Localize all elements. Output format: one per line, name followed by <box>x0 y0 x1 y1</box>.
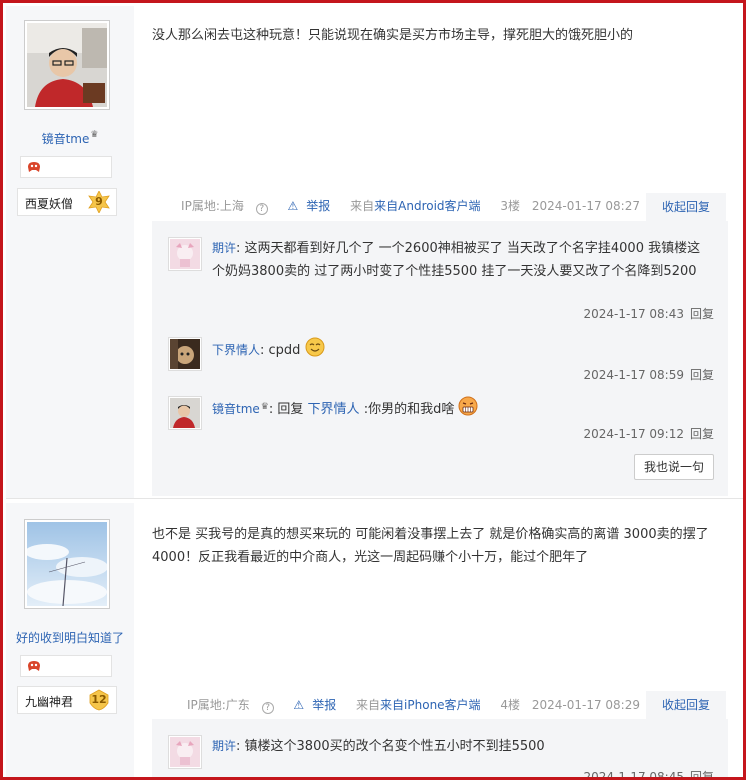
author-name[interactable]: 镜音tme♛ <box>6 130 134 147</box>
client-link[interactable]: 来自Android客户端 <box>374 199 480 213</box>
reply-button[interactable]: 回复 <box>690 307 714 321</box>
reply-text: 期许: 镇楼这个3800买的改个名变个性五小时不到挂5500 <box>212 739 545 754</box>
reply-avatar[interactable] <box>168 396 202 430</box>
ip-location: IP属地:广东 ? <box>187 698 282 714</box>
author-name[interactable]: 好的收到明白知道了 <box>6 629 134 646</box>
floor-number: 3楼 <box>500 199 521 213</box>
reply-text: 下界情人: cpdd <box>212 337 712 362</box>
author-name-text[interactable]: 好的收到明白知道了 <box>16 631 124 645</box>
reply-avatar[interactable] <box>168 237 202 271</box>
reply-avatar-image <box>170 398 200 428</box>
reply-meta: 2024-1-17 08:59 回复 <box>583 366 714 383</box>
emoji-icon <box>305 337 325 357</box>
reply-time: 2024-1-17 08:59 <box>583 368 684 382</box>
client-source: 来自来自Android客户端 <box>350 199 481 213</box>
game-badge[interactable] <box>20 156 112 178</box>
reply-content: 镇楼这个3800买的改个名变个性五小时不到挂5500 <box>244 739 545 754</box>
collapse-replies-button[interactable]: 收起回复 <box>646 691 726 719</box>
client-link[interactable]: 来自iPhone客户端 <box>380 698 481 712</box>
report-link[interactable]: ⚠ 举报 <box>293 698 344 712</box>
ip-location: IP属地:上海 ? <box>181 199 276 215</box>
reply-prefix: 回复 <box>277 402 304 417</box>
report-icon: ⚠ <box>287 199 299 213</box>
post-floor-3: 镜音tme♛ 西夏妖僧 9 没人那么闲去屯这种玩意！只能说现在确实是买方市场主导… <box>6 6 743 499</box>
author-sidebar: 镜音tme♛ 西夏妖僧 9 <box>6 6 134 498</box>
client-source: 来自来自iPhone客户端 <box>356 698 481 712</box>
reply-time: 2024-1-17 08:45 <box>583 770 684 780</box>
post-time: 2024-01-17 08:27 <box>531 199 640 213</box>
reply-user[interactable]: 下界情人 <box>212 343 260 357</box>
avatar-image <box>27 23 107 107</box>
emoji-icon <box>458 396 478 416</box>
reply-meta: 2024-1-17 08:45 回复 <box>583 768 714 780</box>
avatar[interactable] <box>24 519 110 609</box>
post-floor-4: 好的收到明白知道了 九幽神君 12 也不是 买我号的是真的想买来玩的 可能闲着没… <box>6 503 743 780</box>
level-icon: 9 <box>88 190 110 214</box>
member-title-badge[interactable]: 九幽神君 12 <box>17 686 117 714</box>
reply-item: 期许: 这两天都看到好几个了 一个2600神相被买了 当天改了个名字挂4000 … <box>166 237 714 327</box>
reply-user[interactable]: 镜音tme <box>212 402 260 416</box>
say-something-button[interactable]: 我也说一句 <box>634 454 714 480</box>
post-tail: IP属地:上海 ? ⚠ 举报 来自来自Android客户端 3楼 2024-01-… <box>181 193 640 219</box>
member-title: 九幽神君 <box>25 695 74 709</box>
reply-time: 2024-1-17 09:12 <box>583 427 684 441</box>
reply-text: 镜音tme♛: 回复 下界情人 :你男的和我d啥 <box>212 396 712 421</box>
help-icon[interactable]: ? <box>261 702 274 714</box>
reply-target-user[interactable]: 下界情人 <box>308 402 360 417</box>
reply-user[interactable]: 期许 <box>212 739 236 753</box>
reply-content: 这两天都看到好几个了 一个2600神相被买了 当天改了个名字挂4000 我镇楼这… <box>212 241 701 279</box>
thread-frame: 镜音tme♛ 西夏妖僧 9 没人那么闲去屯这种玩意！只能说现在确实是买方市场主导… <box>0 0 746 780</box>
reply-item: 下界情人: cpdd 2024-1-17 08:59 回复 <box>166 337 714 387</box>
reply-meta: 2024-1-17 08:43 回复 <box>583 305 714 322</box>
reply-time: 2024-1-17 08:43 <box>583 307 684 321</box>
level-icon: 12 <box>88 689 110 711</box>
crown-icon: ♛ <box>90 130 99 140</box>
collapse-replies-button[interactable]: 收起回复 <box>646 193 726 221</box>
reply-item: 期许: 镇楼这个3800买的改个名变个性五小时不到挂5500 2024-1-17… <box>166 735 714 780</box>
level-number: 9 <box>95 195 103 208</box>
reply-item: 镜音tme♛: 回复 下界情人 :你男的和我d啥 2024-1-17 09:12… <box>166 396 714 446</box>
crown-icon: ♛ <box>260 402 269 412</box>
author-sidebar: 好的收到明白知道了 九幽神君 12 <box>6 503 134 777</box>
reply-text: 期许: 这两天都看到好几个了 一个2600神相被买了 当天改了个名字挂4000 … <box>212 241 701 279</box>
reply-avatar-image <box>170 239 200 269</box>
report-link[interactable]: ⚠ 举报 <box>288 199 339 213</box>
avatar[interactable] <box>24 20 110 110</box>
reply-button[interactable]: 回复 <box>690 427 714 441</box>
post-content: 没人那么闲去屯这种玩意！只能说现在确实是买方市场主导，撑死胆大的饿死胆小的 <box>152 28 634 43</box>
reply-avatar[interactable] <box>168 337 202 371</box>
reply-avatar-image <box>170 737 200 767</box>
reply-button[interactable]: 回复 <box>690 770 714 777</box>
post-tail: IP属地:广东 ? ⚠ 举报 来自来自iPhone客户端 4楼 2024-01-1… <box>187 692 640 718</box>
reply-content: cpdd <box>268 343 301 358</box>
game-badge[interactable] <box>20 655 112 677</box>
reply-content: :你男的和我d啥 <box>363 402 455 417</box>
reply-meta: 2024-1-17 09:12 回复 <box>583 425 714 442</box>
reply-panel: 期许: 这两天都看到好几个了 一个2600神相被买了 当天改了个名字挂4000 … <box>152 221 728 496</box>
author-name-text[interactable]: 镜音tme <box>42 132 90 146</box>
reply-avatar[interactable] <box>168 735 202 769</box>
reply-user[interactable]: 期许 <box>212 241 236 255</box>
game-badge-icon <box>28 162 40 172</box>
floor-number: 4楼 <box>500 698 521 712</box>
member-title-badge[interactable]: 西夏妖僧 9 <box>17 188 117 216</box>
reply-button[interactable]: 回复 <box>690 368 714 382</box>
member-title: 西夏妖僧 <box>25 197 74 211</box>
help-icon[interactable]: ? <box>255 203 268 215</box>
post-content: 也不是 买我号的是真的想买来玩的 可能闲着没事摆上去了 就是价格确实高的离谱 3… <box>152 527 709 565</box>
reply-avatar-image <box>170 339 200 369</box>
report-icon: ⚠ <box>293 698 305 712</box>
game-badge-icon <box>28 661 40 671</box>
post-time: 2024-01-17 08:29 <box>531 698 640 712</box>
reply-panel: 期许: 镇楼这个3800买的改个名变个性五小时不到挂5500 2024-1-17… <box>152 719 728 780</box>
level-number: 12 <box>91 693 107 706</box>
avatar-image <box>25 522 108 607</box>
